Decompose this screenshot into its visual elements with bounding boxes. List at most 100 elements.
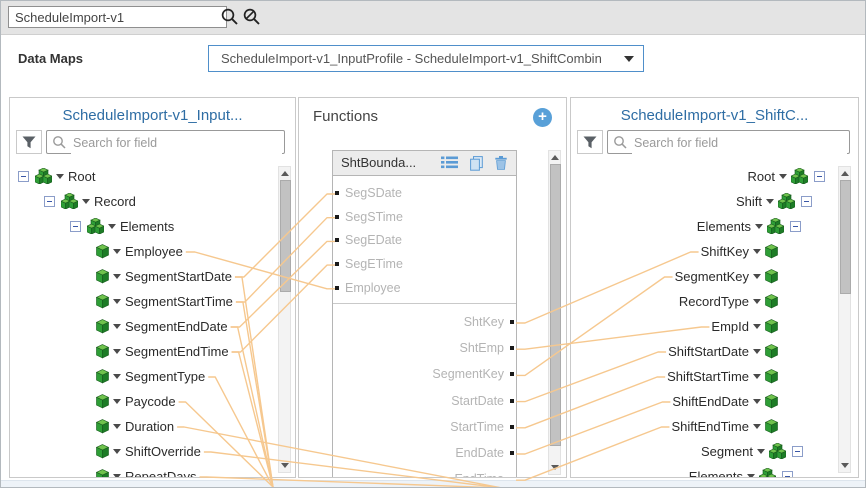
scroll-up-icon[interactable]	[841, 171, 849, 176]
function-card-header[interactable]: ShtBounda...	[333, 151, 516, 176]
tree-node-label[interactable]: Elements	[697, 219, 751, 234]
scrollbar-thumb[interactable]	[840, 180, 851, 294]
collapse-icon[interactable]	[44, 196, 55, 207]
tree-node-label[interactable]: SegmentStartTime	[125, 294, 233, 309]
function-input-port[interactable]: SegEDate	[335, 232, 402, 248]
dropdown-caret-icon	[624, 56, 634, 62]
map-selector-dropdown[interactable]: ScheduleImport-v1_InputProfile - Schedul…	[208, 45, 644, 72]
function-input-port[interactable]: SegSDate	[335, 185, 402, 201]
node-caret-icon[interactable]	[113, 349, 121, 354]
node-caret-icon[interactable]	[753, 274, 761, 279]
function-output-port[interactable]: SegmentKey	[432, 366, 514, 382]
tree-node-label[interactable]: ShiftOverride	[125, 444, 201, 459]
node-caret-icon[interactable]	[766, 199, 774, 204]
scrollbar-thumb[interactable]	[280, 180, 291, 292]
node-caret-icon[interactable]	[113, 399, 121, 404]
target-filter-button[interactable]	[577, 130, 603, 154]
function-output-port[interactable]: StartTime	[450, 419, 514, 435]
node-caret-icon[interactable]	[113, 299, 121, 304]
tree-node-label[interactable]: Root	[68, 169, 95, 184]
tree-node-label[interactable]: ShiftStartTime	[667, 369, 749, 384]
source-filter-button[interactable]	[16, 130, 42, 154]
node-caret-icon[interactable]	[753, 249, 761, 254]
tree-node-label[interactable]: Paycode	[125, 394, 176, 409]
tree-node-label[interactable]: SegmentStartDate	[125, 269, 232, 284]
component-search-input[interactable]	[8, 6, 227, 28]
node-caret-icon[interactable]	[113, 374, 121, 379]
scroll-down-icon[interactable]	[841, 463, 849, 468]
tree-node-label[interactable]: Shift	[736, 194, 762, 209]
function-output-port[interactable]: EndDate	[455, 445, 514, 461]
tree-node-label[interactable]: ShiftStartDate	[668, 344, 749, 359]
add-function-button[interactable]: +	[533, 108, 552, 127]
tree-node-label[interactable]: Root	[748, 169, 775, 184]
tree-node-label[interactable]: Record	[94, 194, 136, 209]
target-scrollbar[interactable]	[838, 166, 851, 473]
node-caret-icon[interactable]	[56, 174, 64, 179]
node-caret-icon[interactable]	[753, 349, 761, 354]
node-caret-icon[interactable]	[108, 224, 116, 229]
scroll-up-icon[interactable]	[281, 171, 289, 176]
tree-node-label[interactable]: SegmentType	[125, 369, 205, 384]
node-caret-icon[interactable]	[779, 174, 787, 179]
tree-node-label[interactable]: SegmentEndDate	[125, 319, 228, 334]
tree-node-label[interactable]: SegmentKey	[675, 269, 749, 284]
node-caret-icon[interactable]	[113, 274, 121, 279]
source-scrollbar[interactable]	[278, 166, 291, 473]
tree-node-label[interactable]: Employee	[125, 244, 183, 259]
tree-node-label[interactable]: Elements	[689, 469, 743, 479]
node-caret-icon[interactable]	[755, 224, 763, 229]
tree-node-label[interactable]: Elements	[120, 219, 174, 234]
function-output-port[interactable]: ShtKey	[464, 314, 514, 330]
scrollbar-thumb[interactable]	[550, 164, 561, 446]
collapse-icon[interactable]	[70, 221, 81, 232]
node-caret-icon[interactable]	[753, 424, 761, 429]
node-caret-icon[interactable]	[753, 299, 761, 304]
collapse-icon[interactable]	[782, 471, 793, 479]
node-caret-icon[interactable]	[113, 424, 121, 429]
search-icon[interactable]	[220, 7, 240, 27]
node-caret-icon[interactable]	[113, 249, 121, 254]
copy-function-icon[interactable]	[470, 156, 483, 176]
node-caret-icon[interactable]	[757, 449, 765, 454]
collapse-icon[interactable]	[801, 196, 812, 207]
tree-node: Employee	[96, 241, 183, 261]
collapse-icon[interactable]	[18, 171, 29, 182]
functions-scrollbar[interactable]	[548, 150, 561, 475]
function-output-port[interactable]: ShtEmp	[460, 340, 514, 356]
function-input-port[interactable]: SegSTime	[335, 209, 403, 225]
tree-node-label[interactable]: ShiftEndTime	[671, 419, 749, 434]
tree-node-label[interactable]: RecordType	[679, 294, 749, 309]
tree-node-label[interactable]: SegmentEndTime	[125, 344, 229, 359]
function-detail-icon[interactable]	[441, 156, 458, 174]
node-caret-icon[interactable]	[113, 449, 121, 454]
tree-node-label[interactable]: RepeatDays	[125, 469, 197, 479]
node-caret-icon[interactable]	[747, 474, 755, 479]
node-caret-icon[interactable]	[753, 324, 761, 329]
tree-node-label[interactable]: EmpId	[711, 319, 749, 334]
source-search-input[interactable]	[71, 132, 282, 154]
collapse-icon[interactable]	[792, 446, 803, 457]
tree-node-label[interactable]: ShiftEndDate	[672, 394, 749, 409]
collapse-icon[interactable]	[814, 171, 825, 182]
tree-node-label[interactable]: Segment	[701, 444, 753, 459]
function-input-port[interactable]: Employee	[335, 280, 401, 296]
scroll-down-icon[interactable]	[551, 465, 559, 470]
scroll-up-icon[interactable]	[551, 155, 559, 160]
node-caret-icon[interactable]	[113, 324, 121, 329]
function-output-port[interactable]: StartDate	[451, 393, 514, 409]
delete-function-icon[interactable]	[495, 156, 507, 175]
target-search-input[interactable]	[632, 132, 847, 154]
tree-node-label[interactable]: Duration	[125, 419, 174, 434]
function-output-port[interactable]: EndTime	[454, 471, 514, 478]
node-caret-icon[interactable]	[753, 399, 761, 404]
node-caret-icon[interactable]	[82, 199, 90, 204]
scroll-down-icon[interactable]	[281, 463, 289, 468]
tree-node-label[interactable]: ShiftKey	[701, 244, 749, 259]
horizontal-scrollbar[interactable]	[1, 480, 865, 488]
collapse-icon[interactable]	[790, 221, 801, 232]
node-caret-icon[interactable]	[113, 474, 121, 479]
function-input-port[interactable]: SegETime	[335, 256, 403, 272]
clear-search-icon[interactable]	[242, 7, 262, 27]
node-caret-icon[interactable]	[753, 374, 761, 379]
